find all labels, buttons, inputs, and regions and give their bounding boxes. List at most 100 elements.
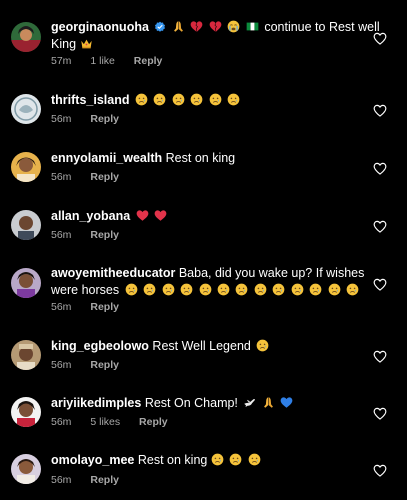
comment-username[interactable]: awoyemitheeducator [51,266,175,280]
reply-button[interactable]: Reply [139,416,168,428]
reply-button[interactable]: Reply [90,171,119,183]
sad-tear-face-icon [143,283,156,296]
reply-button[interactable]: Reply [90,301,119,313]
comment-body: omolayo_mee Rest on king [51,452,351,469]
comment-meta: 56m Reply [51,359,135,371]
comment-meta: 56m Reply [51,474,135,486]
comment-meta: 56m Reply [51,301,135,313]
sad-tear-face-icon [254,283,267,296]
avatar[interactable] [11,340,41,370]
broken-heart-icon [190,20,203,33]
heart-outline-icon[interactable] [373,278,387,291]
comment-meta: 57m 1 like Reply [51,55,178,67]
comment-item: thrifts_island 56m Reply [0,78,407,136]
comment-username[interactable]: georginaonuoha [51,20,149,34]
comment-line: allan_yobana [51,208,351,225]
folded-hands-icon [172,20,185,33]
sad-tear-face-icon [291,283,304,296]
comment-text: were horses [51,283,120,297]
sad-tear-face-icon [227,93,240,106]
comment-username[interactable]: king_egbeolowo [51,339,149,353]
avatar[interactable] [11,454,41,484]
avatar[interactable] [11,22,41,52]
comment-time: 56m [51,301,72,313]
crown-icon [80,37,93,50]
comment-line: awoyemitheeducator Baba, did you wake up… [51,265,364,282]
sad-tear-face-icon [209,93,222,106]
comment-body: king_egbeolowo Rest Well Legend [51,338,351,355]
nigeria-flag-icon [246,20,259,33]
avatar[interactable] [11,152,41,182]
comment-time: 56m [51,474,72,486]
sad-tear-face-icon [248,453,261,466]
heart-outline-icon[interactable] [373,407,387,420]
verified-badge-icon [154,21,166,33]
comment-meta: 56m 5 likes Reply [51,416,184,428]
comment-body: awoyemitheeducator Baba, did you wake up… [51,265,364,299]
broken-heart-icon [209,20,222,33]
comment-username[interactable]: ennyolamii_wealth [51,151,162,165]
comment-line: omolayo_mee Rest on king [51,452,351,469]
comment-time: 56m [51,113,72,125]
comment-username[interactable]: allan_yobana [51,209,130,223]
comment-line: thrifts_island [51,92,351,109]
sad-tear-face-icon [328,283,341,296]
comment-item: ariyiikedimples Rest On Champ! 56m 5 lik… [0,382,407,440]
red-heart-icon [154,209,167,222]
sad-tear-face-icon [172,93,185,106]
sad-tear-face-icon [229,453,242,466]
sad-tear-face-icon [199,283,212,296]
sad-tear-face-icon [309,283,322,296]
dove-icon [243,396,256,409]
reply-button[interactable]: Reply [90,474,119,486]
comment-text: Rest Well Legend [152,339,251,353]
sad-tear-face-icon [211,453,224,466]
comment-time: 56m [51,171,72,183]
comment-text: Rest on king [137,453,208,467]
sad-tear-face-icon [217,283,230,296]
comment-text: Rest on king [165,151,236,165]
comment-username[interactable]: thrifts_island [51,93,130,107]
avatar[interactable] [11,94,41,124]
heart-outline-icon[interactable] [373,220,387,233]
heart-outline-icon[interactable] [373,350,387,363]
comment-username[interactable]: ariyiikedimples [51,396,141,410]
heart-outline-icon[interactable] [373,464,387,477]
avatar[interactable] [11,268,41,298]
comment-line: were horses [51,282,351,299]
comment-likes[interactable]: 1 like [90,55,115,67]
sad-tear-face-icon [162,283,175,296]
comment-body: ariyiikedimples Rest On Champ! [51,395,351,412]
comment-line: ariyiikedimples Rest On Champ! [51,395,351,412]
sad-tear-face-icon [153,93,166,106]
heart-outline-icon[interactable] [373,32,387,45]
comment-body: allan_yobana [51,208,351,225]
sad-tear-face-icon [135,93,148,106]
avatar[interactable] [11,210,41,240]
reply-button[interactable]: Reply [90,359,119,371]
comment-likes[interactable]: 5 likes [90,416,120,428]
comment-meta: 56m Reply [51,229,135,241]
comment-item: omolayo_mee Rest on king 56m Reply [0,440,407,500]
comment-time: 56m [51,229,72,241]
reply-button[interactable]: Reply [90,113,119,125]
comment-text: King [51,37,77,51]
comment-item: georginaonuoha continue to Rest well Kin… [0,0,407,78]
comment-line: king_egbeolowo Rest Well Legend [51,338,351,355]
reply-button[interactable]: Reply [90,229,119,241]
comment-meta: 56m Reply [51,113,135,125]
comment-text: Rest On Champ! [144,396,238,410]
heart-outline-icon[interactable] [373,104,387,117]
comment-body: ennyolamii_wealth Rest on king [51,150,351,167]
comment-body: georginaonuoha continue to Rest well Kin… [51,19,380,53]
reply-button[interactable]: Reply [134,55,163,67]
comment-username[interactable]: omolayo_mee [51,453,134,467]
comment-text: continue to Rest well [264,20,380,34]
comment-time: 56m [51,416,72,428]
comment-line: georginaonuoha continue to Rest well [51,19,380,36]
sad-tear-face-icon [180,283,193,296]
sad-tear-face-icon [272,283,285,296]
red-heart-icon [136,209,149,222]
heart-outline-icon[interactable] [373,162,387,175]
avatar[interactable] [11,397,41,427]
